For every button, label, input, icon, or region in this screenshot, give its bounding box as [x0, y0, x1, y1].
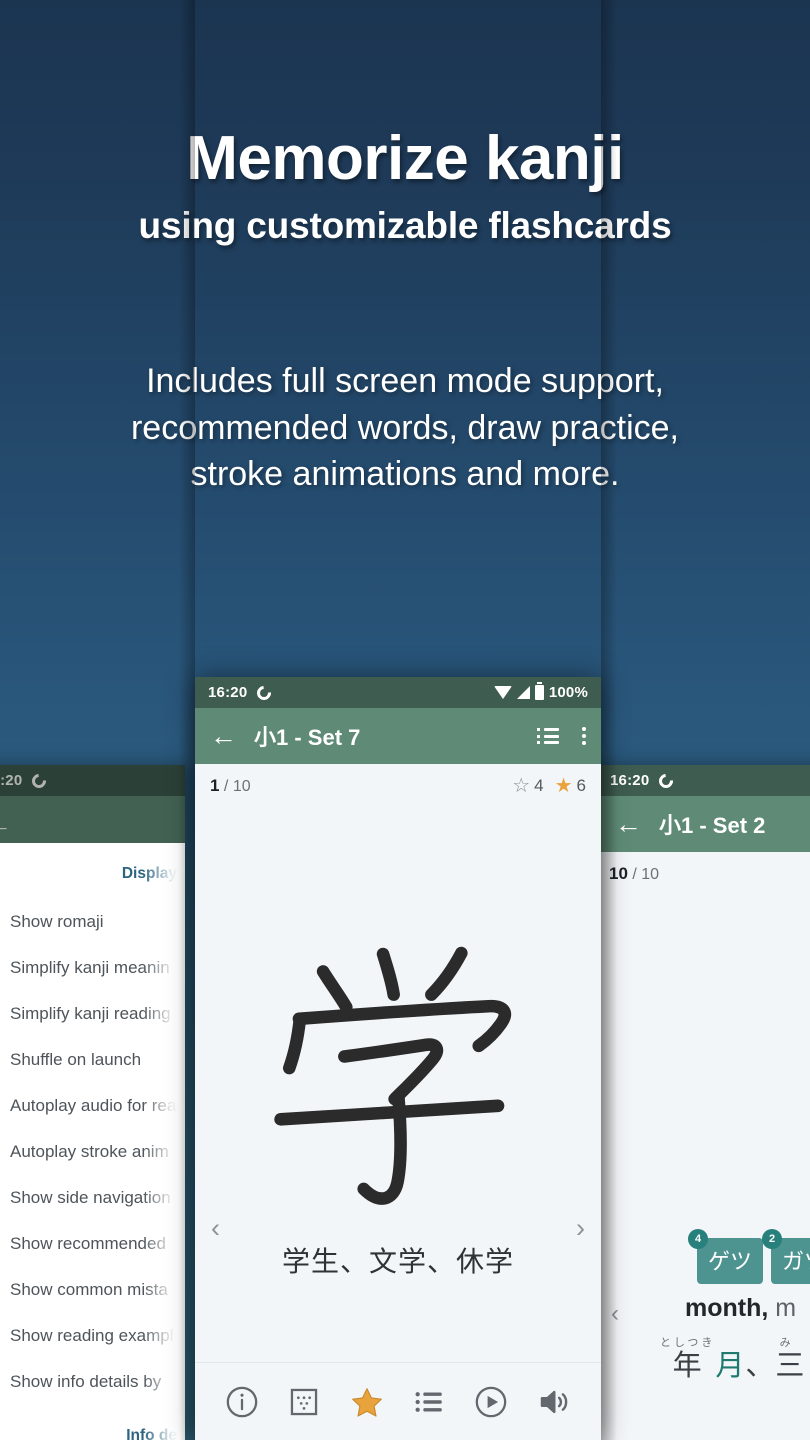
example-furigana-2: み か: [775, 1336, 810, 1349]
center-statusbar: 16:20 100%: [195, 677, 601, 708]
chevron-left-icon[interactable]: ‹: [611, 1300, 619, 1328]
right-card-body: ‹ 4 ゲツ 2 ガツ month, m 年としつき月、三日み か、: [597, 896, 810, 1440]
battery-level: 100%: [548, 684, 588, 701]
reading-tags: 4 ゲツ 2 ガツ: [688, 1229, 810, 1284]
star-full-stat: ★ 6: [555, 776, 586, 796]
arrow-back-icon[interactable]: ←: [210, 722, 240, 750]
ring-icon: [656, 770, 677, 791]
center-counter-current: 1: [210, 776, 220, 795]
battery-icon: [534, 682, 544, 700]
setting-row[interactable]: Show info details by: [0, 1359, 185, 1405]
more-vertical-icon[interactable]: [582, 727, 586, 745]
volume-icon[interactable]: [537, 1385, 571, 1419]
setting-row[interactable]: Simplify kanji meanin: [0, 945, 185, 991]
reading-example: 年としつき月、三日み か、: [660, 1336, 810, 1384]
setting-row[interactable]: Show recommended: [0, 1221, 185, 1267]
star-empty-stat: ☆ 4: [512, 776, 543, 796]
promo-body-line-1: Includes full screen mode support,: [146, 362, 664, 400]
list-icon[interactable]: [537, 728, 559, 744]
reading-tag[interactable]: 2 ガツ: [762, 1229, 810, 1284]
right-counter-current: 10: [609, 864, 628, 883]
star-filled-icon: ★: [554, 775, 573, 797]
setting-row[interactable]: Shuffle on launch: [0, 1037, 185, 1083]
reading-tag-label: ゲツ: [708, 1250, 753, 1275]
star-outline-icon: ☆: [512, 775, 531, 797]
example-word-1: 年としつき: [660, 1336, 715, 1382]
right-counter-total: 10: [641, 866, 660, 883]
example-furigana-1: としつき: [660, 1336, 716, 1349]
wifi-icon: [493, 686, 512, 699]
right-phone-screen: 16:20 ← 小1 - Set 2 10 / 10 ‹ 4 ゲツ 2 ガ mo…: [597, 765, 810, 1440]
play-circle-icon[interactable]: [474, 1385, 508, 1419]
kanji-glyph: [261, 926, 536, 1216]
center-counter: 1 / 10: [210, 776, 251, 796]
flashcard-bottom-toolbar: [195, 1362, 601, 1440]
signal-icon: [516, 686, 530, 699]
promo-body-line-2: recommended words, draw practice,: [130, 408, 679, 447]
center-appbar-title: 小1 - Set 7: [254, 725, 361, 750]
promo-headline: Memorize kanji: [186, 124, 624, 193]
kanji-meaning: month, m: [685, 1294, 796, 1323]
left-phone-screen: 16:20 ← 1 / ‹ Display Show romaji Simpli…: [0, 765, 185, 1440]
right-statusbar: 16:20: [597, 765, 810, 796]
ring-icon: [254, 682, 275, 703]
setting-row[interactable]: Show reading exampl: [0, 1313, 185, 1359]
setting-row[interactable]: Simplify kanji reading: [0, 991, 185, 1037]
display-options-sheet: Display Show romaji Simplify kanji meani…: [0, 843, 185, 1440]
arrow-back-icon[interactable]: ←: [615, 810, 645, 838]
star-statistics: ☆ 4 ★ 6: [512, 776, 586, 796]
reading-tag-badge: 2: [762, 1229, 783, 1249]
list-icon[interactable]: [412, 1385, 446, 1419]
draw-grid-icon[interactable]: [287, 1385, 321, 1419]
center-appbar: ← 小1 - Set 7: [195, 708, 601, 764]
chevron-right-icon[interactable]: ›: [576, 1213, 585, 1244]
promo-body: Includes full screen mode support, recom…: [0, 358, 810, 498]
promo-subheadline: using customizable flashcards: [138, 205, 672, 246]
center-status-time: 16:20: [208, 684, 248, 701]
setting-row[interactable]: Show side navigation: [0, 1175, 185, 1221]
setting-row[interactable]: Show common mista: [0, 1267, 185, 1313]
kanji-example-words: 学生、文学、休学: [281, 1245, 514, 1278]
center-counter-separator: /: [223, 778, 229, 795]
section-header-display: Display: [121, 865, 177, 882]
chevron-left-icon[interactable]: ‹: [211, 1213, 220, 1244]
right-status-time: 16:20: [610, 772, 650, 789]
flashcard-body[interactable]: 学生、文学、休学 ‹ ›: [195, 808, 601, 1362]
example-word-2: 三日み か: [775, 1336, 810, 1382]
center-counter-total: 10: [232, 778, 251, 795]
star-full-count: 6: [576, 776, 586, 795]
promo-body-line-3: stroke animations and more.: [190, 455, 620, 494]
setting-row[interactable]: Autoplay audio for rea: [0, 1083, 185, 1129]
example-punct: 、: [745, 1348, 776, 1382]
section-header-info-details: Info de: [126, 1427, 177, 1440]
center-phone-screen: 16:20 100% ← 小1 - Set 7 1 / 10 ☆ 4 ★ 6 学…: [195, 677, 601, 1440]
example-word-1-highlight: 月: [715, 1348, 746, 1382]
right-counter-separator: /: [632, 866, 637, 883]
star-filled-icon[interactable]: [350, 1385, 384, 1419]
meaning-primary: month,: [685, 1294, 769, 1322]
reading-tag-badge: 4: [688, 1229, 708, 1249]
meaning-rest: m: [768, 1294, 797, 1322]
right-counter-row: 10 / 10: [597, 852, 810, 896]
setting-row[interactable]: Show romaji: [0, 899, 185, 945]
right-counter: 10 / 10: [609, 864, 659, 884]
setting-row[interactable]: Autoplay stroke anim: [0, 1129, 185, 1175]
example-word-1-base: 年: [660, 1348, 716, 1382]
example-word-2-base: 三日: [775, 1348, 810, 1382]
promo-screenshot: Memorize kanji using customizable flashc…: [0, 0, 810, 1440]
right-appbar-title: 小1 - Set 2: [659, 813, 766, 838]
reading-tag-label: ガツ: [782, 1250, 810, 1275]
reading-tag[interactable]: 4 ゲツ: [688, 1229, 764, 1284]
right-appbar: ← 小1 - Set 2: [597, 796, 810, 852]
info-icon[interactable]: [225, 1385, 259, 1419]
star-empty-count: 4: [534, 776, 544, 795]
center-counter-row: 1 / 10 ☆ 4 ★ 6: [195, 764, 601, 808]
